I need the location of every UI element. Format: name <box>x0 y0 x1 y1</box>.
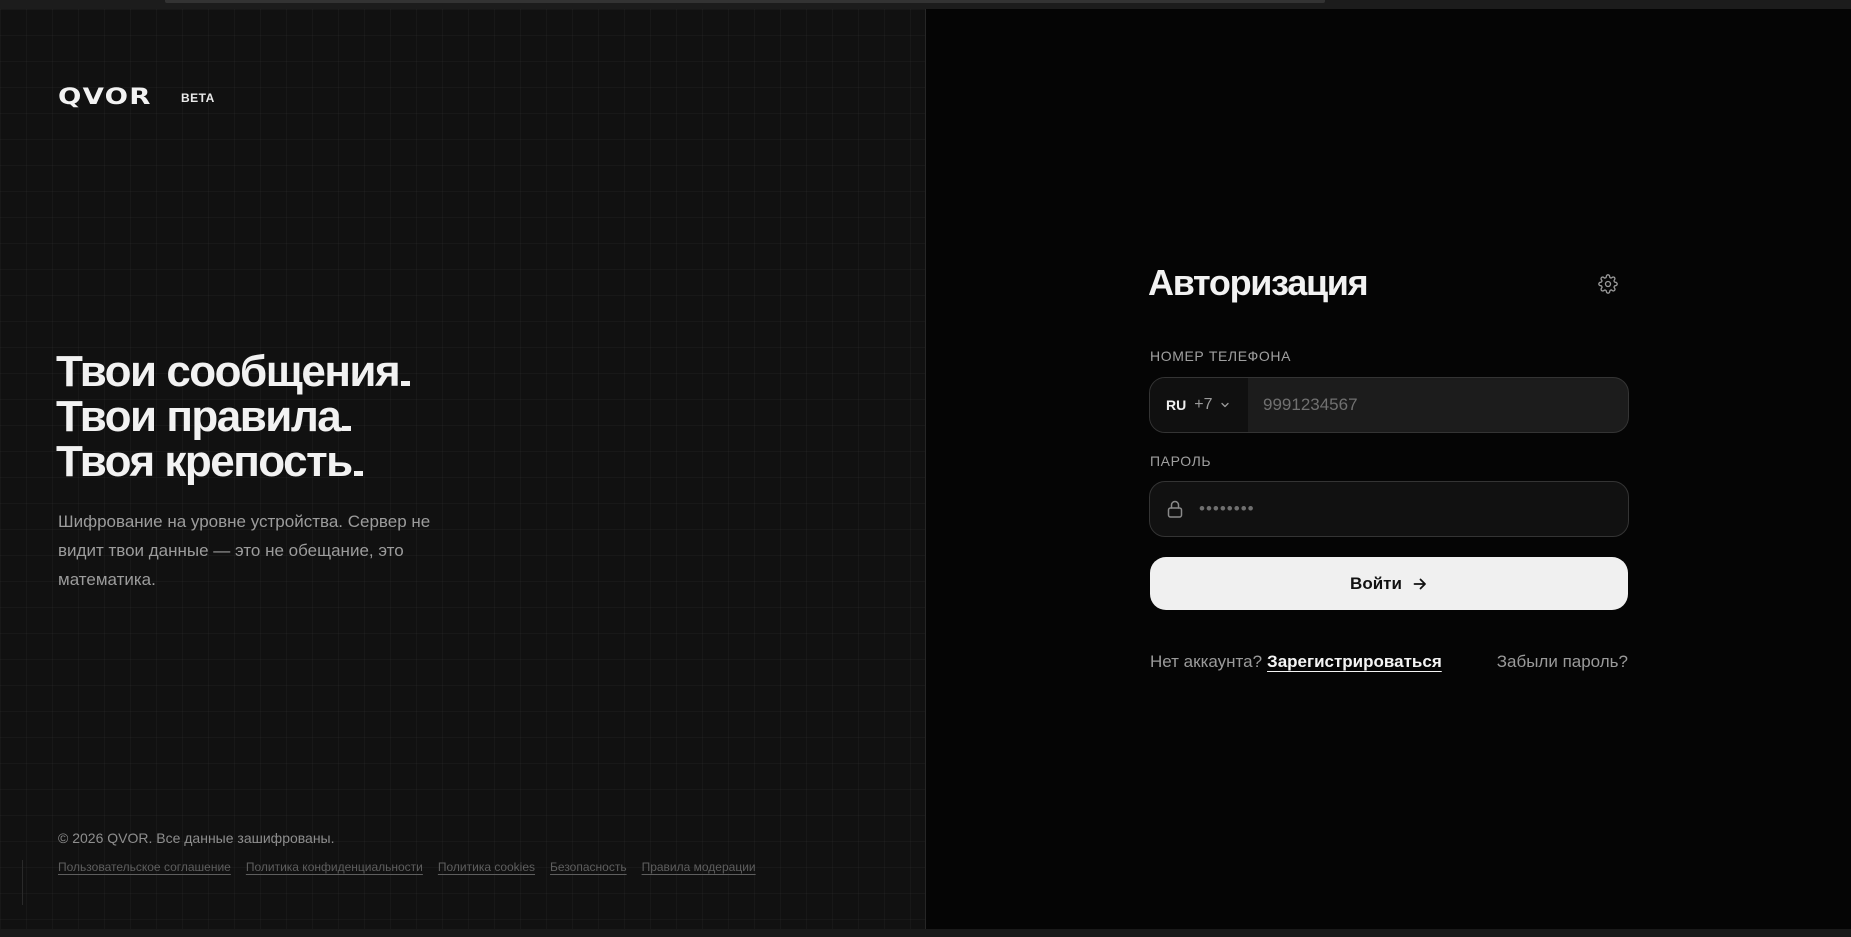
window-bottom-edge <box>0 929 1851 937</box>
headline-line-3: Твоя крепость <box>56 439 410 484</box>
brand-logo: QVOR BETA <box>58 85 215 110</box>
privacy-link[interactable]: Политика конфиденциальности <box>246 860 423 874</box>
login-button-label: Войти <box>1350 573 1402 593</box>
lock-icon <box>1167 500 1183 518</box>
headline-dot <box>353 471 363 476</box>
headline-text-2: Твои правила <box>56 392 342 441</box>
phone-input[interactable] <box>1248 378 1628 432</box>
country-code-select[interactable]: RU +7 <box>1150 378 1248 432</box>
copyright-text: © 2026 QVOR. Все данные зашифрованы. <box>58 830 335 846</box>
terms-link[interactable]: Пользовательское соглашение <box>58 860 231 874</box>
country-iso: RU <box>1166 397 1187 413</box>
legal-links: Пользовательское соглашение Политика кон… <box>58 860 756 874</box>
window-top-edge <box>165 0 1325 3</box>
register-link[interactable]: Зарегистрироваться <box>1267 652 1442 672</box>
beta-badge: BETA <box>180 90 215 105</box>
password-label: ПАРОЛЬ <box>1150 453 1212 469</box>
chevron-down-icon <box>1221 402 1230 408</box>
headline-dot <box>401 381 411 386</box>
phone-label: НОМЕР ТЕЛЕФОНА <box>1150 348 1292 364</box>
password-field <box>1149 481 1629 537</box>
country-dial-code: +7 <box>1194 396 1213 413</box>
no-account-text: Нет аккаунта? <box>1150 652 1263 671</box>
headline-dot <box>342 426 352 431</box>
phone-field: RU +7 <box>1149 377 1629 433</box>
auth-title: Авторизация <box>1148 262 1369 303</box>
window-top-bar <box>0 0 1851 9</box>
hero-panel: QVOR BETA Твои сообщения Твои правила Тв… <box>0 9 926 929</box>
login-button[interactable]: Войти <box>1150 557 1628 610</box>
headline-line-1: Твои сообщения <box>56 347 411 396</box>
security-link[interactable]: Безопасность <box>550 860 627 874</box>
hero-headline: Твои сообщения Твои правила Твоя крепост… <box>56 347 411 484</box>
arrow-right-icon <box>1413 578 1426 589</box>
password-input[interactable] <box>1184 482 1628 536</box>
headline-text-1: Твои сообщения <box>56 347 401 396</box>
cookies-link[interactable]: Политика cookies <box>438 860 535 874</box>
headline-text-3: Твоя крепость <box>56 437 353 486</box>
logo-wordmark: QVOR <box>58 85 152 110</box>
moderation-link[interactable]: Правила модерации <box>642 860 756 874</box>
side-divider <box>22 860 23 905</box>
auth-footer: Нет аккаунта? Зарегистрироваться Забыли … <box>1150 652 1628 672</box>
auth-panel <box>926 9 1851 929</box>
hero-description: Шифрование на уровне устройства. Сервер … <box>58 512 431 589</box>
headline-line-2: Твои правила <box>56 394 410 439</box>
gear-icon[interactable] <box>1598 274 1618 294</box>
forgot-password-link[interactable]: Забыли пароль? <box>1497 652 1628 672</box>
